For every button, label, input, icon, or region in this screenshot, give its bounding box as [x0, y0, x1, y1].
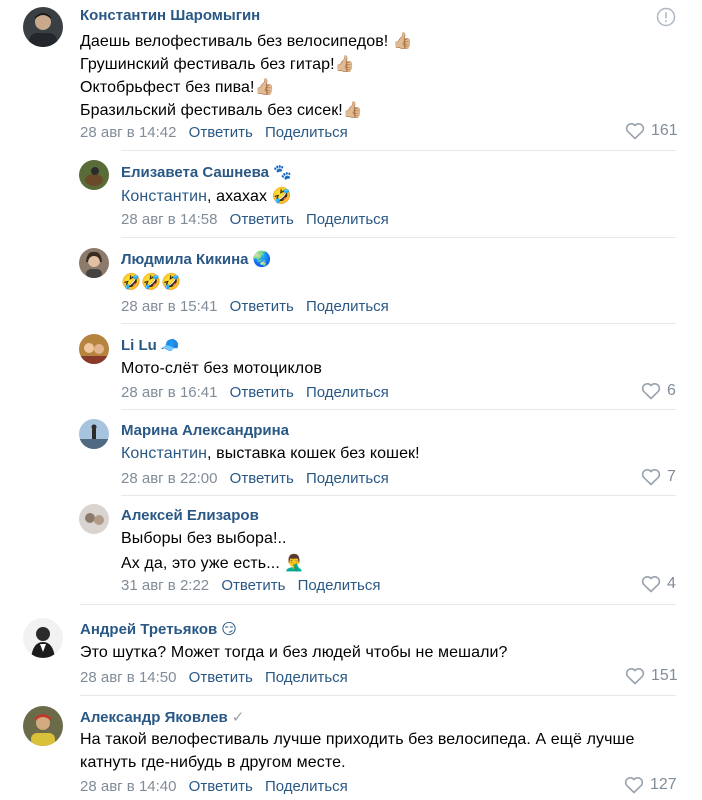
avatar[interactable]: [23, 706, 63, 746]
heart-icon: [624, 777, 644, 794]
author-name[interactable]: Li Lu 🧢: [121, 336, 180, 354]
author-name[interactable]: Александр Яковлев ✓: [80, 708, 244, 726]
comment-text-line: Константин, ахахах 🤣: [121, 188, 292, 205]
comment-meta: 31 авг в 2:22 Ответить Поделиться: [121, 577, 380, 594]
comment-text-line: Это шутка? Может тогда и без людей чтобы…: [80, 644, 508, 661]
like-button[interactable]: 127: [624, 776, 677, 794]
heart-icon: [625, 668, 645, 685]
share-button[interactable]: Поделиться: [265, 778, 348, 795]
avatar[interactable]: [79, 419, 109, 449]
comment-text-line: Даешь велофестиваль без велосипедов! 👍🏼: [80, 33, 413, 50]
like-count: 151: [651, 667, 678, 684]
reply-button[interactable]: Ответить: [221, 577, 285, 594]
share-button[interactable]: Поделиться: [265, 669, 348, 686]
comment-date[interactable]: 28 авг в 22:00: [121, 470, 217, 487]
reply-button[interactable]: Ответить: [189, 778, 253, 795]
comment-text-line: На такой велофестиваль лучше приходить б…: [80, 731, 635, 748]
comment-text-line: Бразильский фестиваль без сисек!👍🏼: [80, 102, 363, 119]
smirk-icon: 😏: [221, 621, 237, 638]
heart-icon: [641, 469, 661, 486]
verified-icon: ✓: [231, 709, 245, 726]
comment-text-line: катнуть где-нибудь в другом месте.: [80, 754, 346, 771]
avatar[interactable]: [79, 160, 109, 190]
share-button[interactable]: Поделиться: [306, 384, 389, 401]
comment-text-line: Константин, выставка кошек без кошек!: [121, 445, 420, 462]
like-button[interactable]: 4: [641, 575, 676, 593]
author-name[interactable]: Марина Александрина: [121, 422, 289, 439]
comment-text-line: Мото-слёт без мотоциклов: [121, 360, 322, 377]
share-button[interactable]: Поделиться: [306, 470, 389, 487]
comment-date[interactable]: 28 авг в 16:41: [121, 384, 217, 401]
reply-button[interactable]: Ответить: [230, 298, 294, 315]
reply-button[interactable]: Ответить: [230, 384, 294, 401]
mention-link[interactable]: Константин: [121, 445, 207, 462]
comment-date[interactable]: 28 авг в 14:42: [80, 124, 176, 141]
globe-icon: 🌏: [252, 251, 272, 268]
paw-icon: 🐾: [273, 164, 292, 181]
mention-link[interactable]: Константин: [121, 188, 207, 205]
like-button[interactable]: 6: [641, 382, 676, 400]
avatar[interactable]: [79, 334, 109, 364]
comment-meta: 28 авг в 22:00 Ответить Поделиться: [121, 470, 389, 487]
comment-meta: 28 авг в 15:41 Ответить Поделиться: [121, 298, 389, 315]
like-count: 6: [667, 382, 676, 399]
comment-date[interactable]: 28 авг в 14:50: [80, 669, 176, 686]
comment-date[interactable]: 28 авг в 15:41: [121, 298, 217, 315]
comment-text-line: 🤣🤣🤣: [121, 274, 182, 291]
comment-meta: 28 авг в 16:41 Ответить Поделиться: [121, 384, 389, 401]
heart-icon: [641, 383, 661, 400]
avatar[interactable]: [23, 7, 63, 47]
author-name[interactable]: Константин Шаромыгин: [80, 7, 260, 24]
like-count: 7: [667, 468, 676, 485]
cap-icon: 🧢: [160, 337, 180, 354]
report-icon[interactable]: [656, 7, 676, 27]
author-name[interactable]: Елизавета Сашнева 🐾: [121, 163, 292, 181]
avatar[interactable]: [23, 618, 63, 658]
divider: [121, 150, 676, 151]
share-button[interactable]: Поделиться: [298, 577, 381, 594]
divider: [121, 323, 676, 324]
comment-text-line: Выборы без выбора!..: [121, 530, 287, 547]
author-name[interactable]: Алексей Елизаров: [121, 507, 259, 524]
reply-button[interactable]: Ответить: [230, 470, 294, 487]
comment-text-line: Грушинский фестиваль без гитар!👍🏼: [80, 56, 355, 73]
like-button[interactable]: 151: [625, 667, 678, 685]
divider: [80, 695, 676, 696]
reply-button[interactable]: Ответить: [189, 124, 253, 141]
heart-icon: [625, 123, 645, 140]
author-name[interactable]: Андрей Третьяков 😏: [80, 620, 237, 638]
comment-date[interactable]: 28 авг в 14:40: [80, 778, 176, 795]
comment-meta: 28 авг в 14:58 Ответить Поделиться: [121, 211, 389, 228]
like-button[interactable]: 161: [625, 122, 678, 140]
heart-icon: [641, 576, 661, 593]
reply-button[interactable]: Ответить: [230, 211, 294, 228]
comment-text-line: Октобрьфест без пива!👍🏼: [80, 79, 275, 96]
author-name[interactable]: Людмила Кикина 🌏: [121, 250, 271, 268]
divider: [121, 237, 676, 238]
share-button[interactable]: Поделиться: [306, 298, 389, 315]
divider: [121, 495, 676, 496]
comment-meta: 28 авг в 14:50 Ответить Поделиться: [80, 669, 348, 686]
share-button[interactable]: Поделиться: [265, 124, 348, 141]
like-count: 161: [651, 122, 678, 139]
comment-text-line: Ах да, это уже есть... 🤦‍♂️: [121, 555, 305, 572]
comment-date[interactable]: 31 авг в 2:22: [121, 577, 209, 594]
comment-meta: 28 авг в 14:42 Ответить Поделиться: [80, 124, 348, 141]
like-button[interactable]: 7: [641, 468, 676, 486]
like-count: 127: [650, 776, 677, 793]
like-count: 4: [667, 575, 676, 592]
avatar[interactable]: [79, 504, 109, 534]
divider: [80, 604, 676, 605]
comment-date[interactable]: 28 авг в 14:58: [121, 211, 217, 228]
divider: [121, 409, 676, 410]
share-button[interactable]: Поделиться: [306, 211, 389, 228]
reply-button[interactable]: Ответить: [189, 669, 253, 686]
comment-meta: 28 авг в 14:40 Ответить Поделиться: [80, 778, 348, 795]
avatar[interactable]: [79, 248, 109, 278]
